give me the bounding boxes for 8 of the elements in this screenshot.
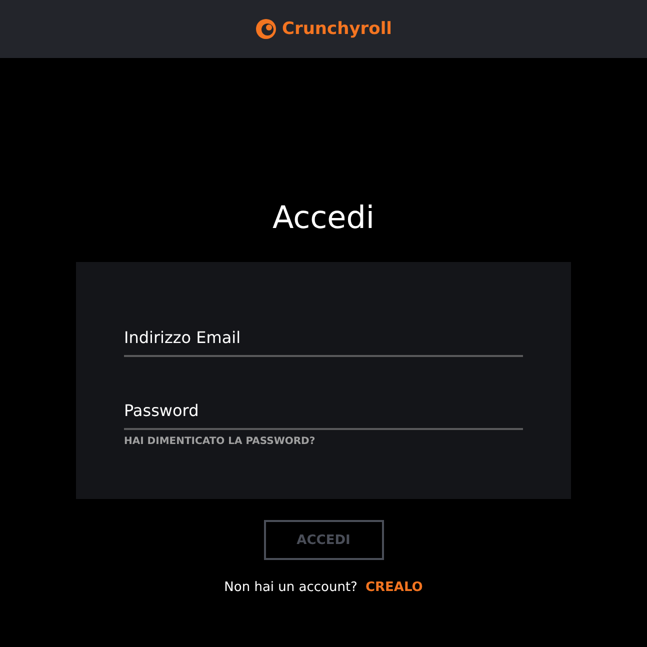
- signup-link[interactable]: CREALO: [365, 580, 423, 595]
- email-field[interactable]: Indirizzo Email: [124, 328, 523, 357]
- page-title: Accedi: [272, 199, 375, 238]
- password-field[interactable]: Password: [124, 401, 523, 430]
- logo-icon: [254, 18, 277, 40]
- signup-prompt: Non hai un account?: [224, 580, 358, 595]
- logo-text: Crunchyroll: [282, 19, 392, 39]
- forgot-password-link[interactable]: HAI DIMENTICATO LA PASSWORD?: [124, 436, 316, 447]
